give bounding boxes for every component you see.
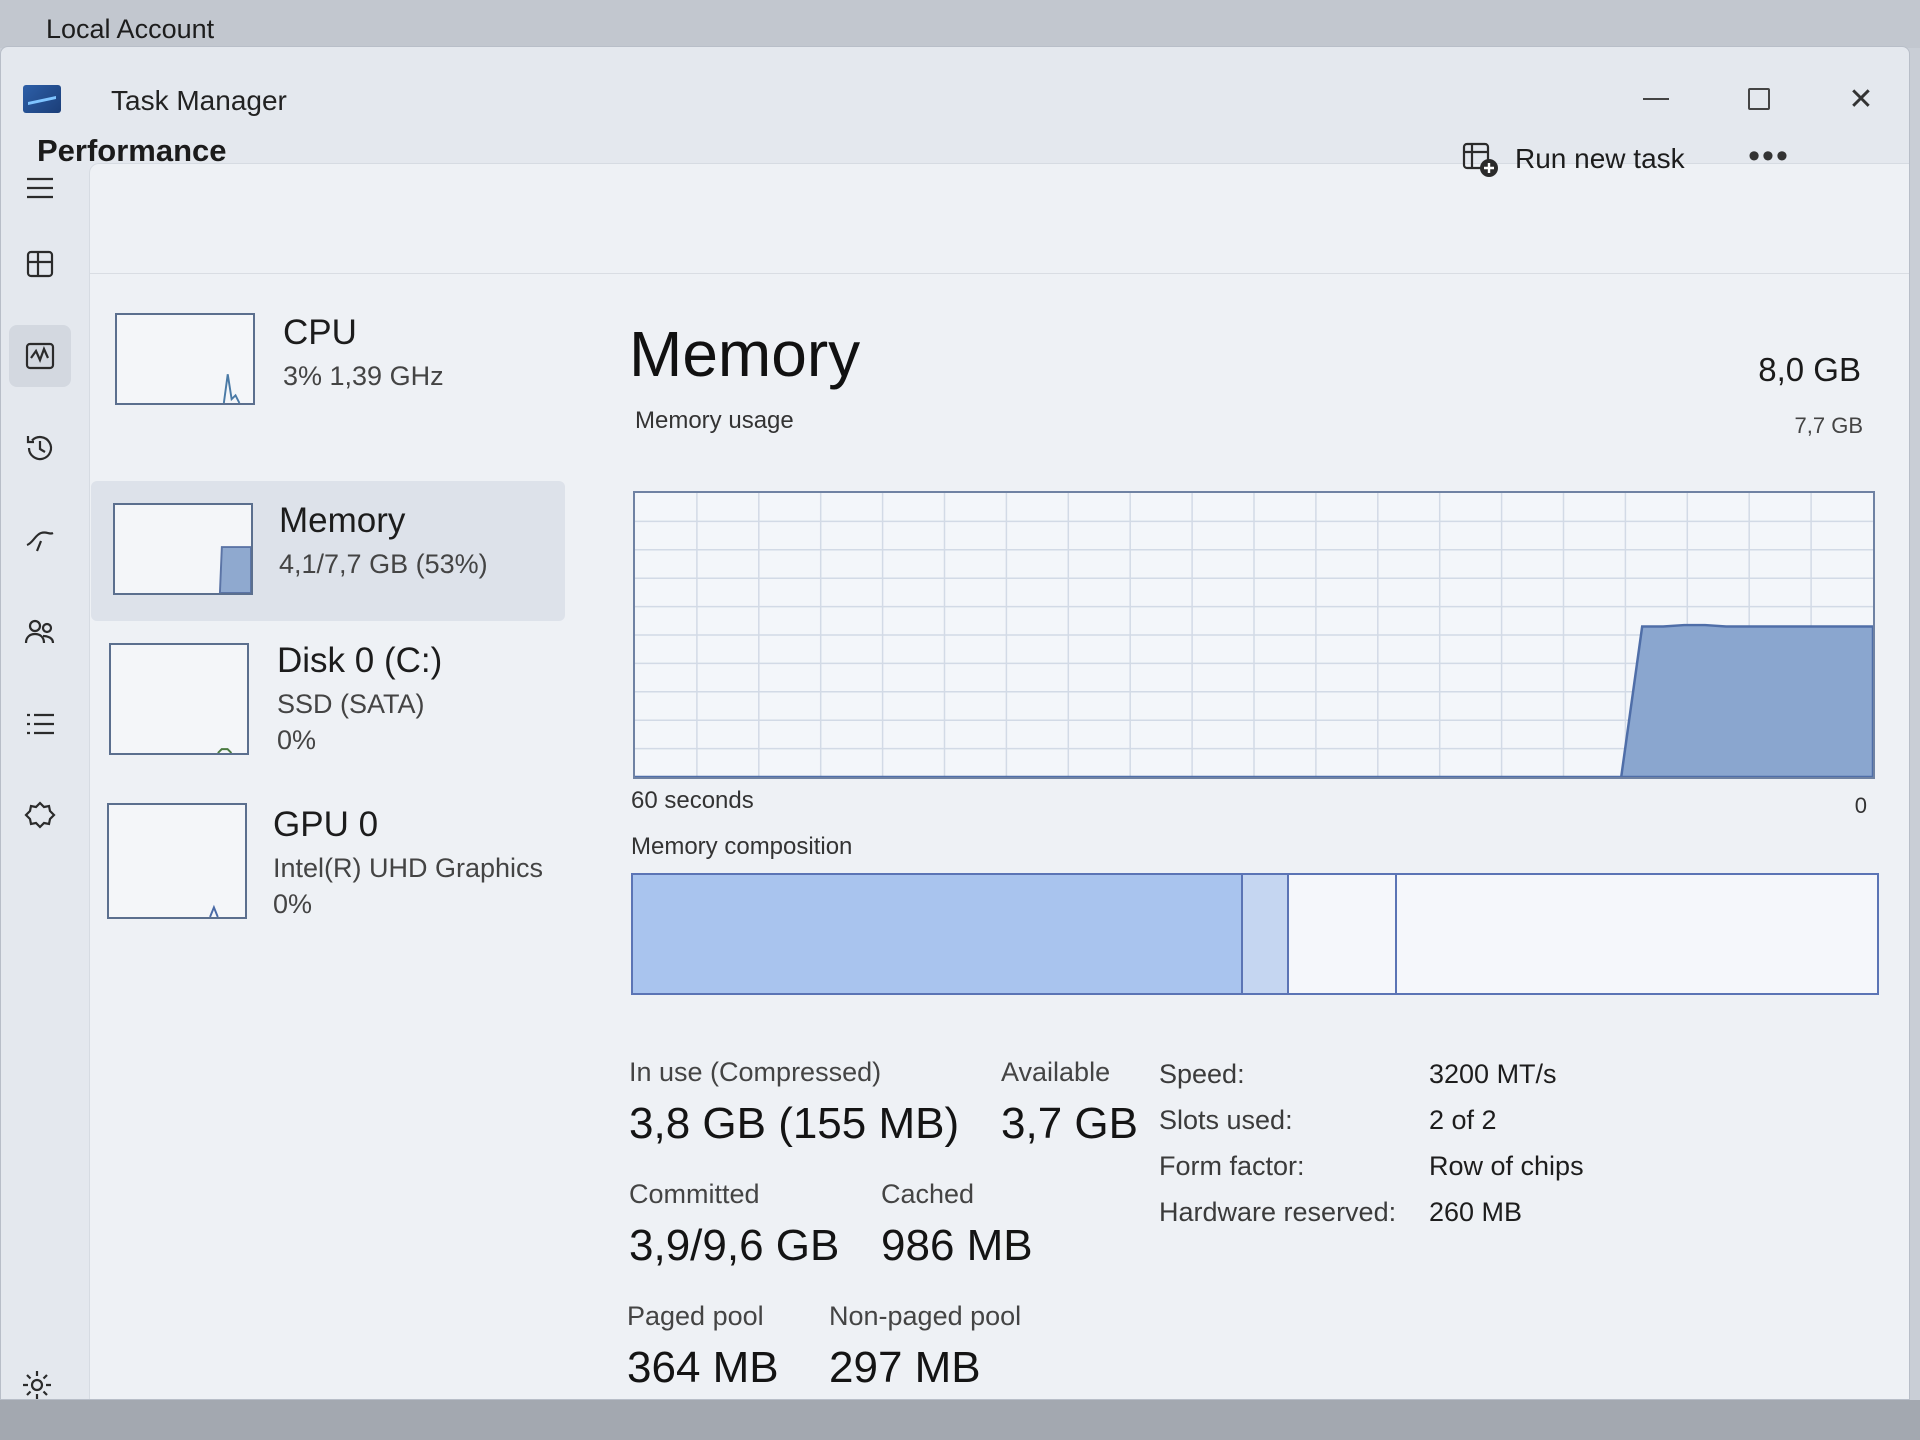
memory-usage-chart	[635, 493, 1873, 777]
non-paged-pool-value: 297 MB	[829, 1343, 981, 1392]
device-name: Memory	[279, 501, 406, 540]
nav-startup-apps[interactable]	[9, 509, 71, 571]
available-label: Available	[1001, 1057, 1111, 1087]
device-gpu-0[interactable]: GPU 0 Intel(R) UHD Graphics 0%	[87, 787, 561, 937]
run-task-icon	[1462, 142, 1498, 177]
close-button[interactable]: ✕	[1831, 77, 1891, 121]
maximize-icon	[1748, 88, 1770, 110]
details-icon	[27, 713, 54, 735]
composition-in-use-segment	[633, 875, 1243, 993]
minimize-icon	[1643, 98, 1669, 100]
window-title: Task Manager	[111, 85, 287, 116]
run-new-task-button[interactable]: Run new task	[1461, 131, 1685, 187]
detail-title: Memory	[629, 318, 861, 390]
memory-usage-graph	[633, 491, 1875, 779]
device-name: Disk 0 (C:)	[277, 641, 443, 680]
cpu-thumbnail	[115, 313, 255, 405]
spec-speed-label: Speed:	[1159, 1059, 1245, 1089]
device-detail: 3% 1,39 GHz	[283, 361, 444, 391]
cached-value: 986 MB	[881, 1221, 1033, 1270]
composition-standby-segment	[1288, 875, 1397, 993]
spec-form-factor-label: Form factor:	[1159, 1151, 1305, 1181]
cached-label: Cached	[881, 1179, 975, 1209]
account-label: Local Account	[46, 14, 215, 44]
paged-pool-value: 364 MB	[627, 1343, 779, 1392]
users-icon	[24, 619, 55, 644]
page-title: Performance	[37, 133, 227, 168]
in-use-label: In use (Compressed)	[629, 1057, 882, 1087]
nav-services[interactable]	[9, 785, 71, 847]
performance-icon	[25, 342, 55, 370]
spec-slots-label: Slots used:	[1159, 1105, 1293, 1135]
navigation-rail	[1, 157, 89, 1399]
maximize-button[interactable]	[1729, 77, 1789, 121]
close-icon: ✕	[1848, 82, 1874, 116]
taskbar-edge	[0, 1400, 1920, 1440]
spec-form-factor-value: Row of chips	[1429, 1151, 1584, 1181]
run-new-task-label: Run new task	[1515, 143, 1685, 174]
device-usage: 0%	[277, 725, 317, 755]
spec-hw-reserved-value: 260 MB	[1429, 1197, 1523, 1227]
services-icon	[24, 801, 56, 829]
nav-app-history[interactable]	[9, 417, 71, 479]
gpu-thumbnail	[107, 803, 247, 919]
memory-usage-max: 7,7 GB	[1794, 413, 1863, 438]
graph-time-span-label: 60 seconds	[631, 787, 754, 814]
device-name: CPU	[283, 313, 357, 352]
nav-users[interactable]	[9, 601, 71, 663]
settings-button[interactable]	[9, 1357, 65, 1399]
device-detail: Intel(R) UHD Graphics	[273, 853, 544, 883]
available-value: 3,7 GB	[1001, 1099, 1138, 1148]
settings-icon	[23, 1371, 51, 1399]
memory-composition-label: Memory composition	[631, 833, 853, 860]
spec-hw-reserved-label: Hardware reserved:	[1159, 1197, 1397, 1227]
spec-speed-value: 3200 MT/s	[1429, 1059, 1557, 1089]
memory-thumbnail	[113, 503, 253, 595]
startup-icon	[26, 531, 54, 552]
history-icon	[26, 435, 53, 461]
graph-zero-label: 0	[1854, 793, 1867, 818]
composition-free-segment	[1396, 875, 1877, 993]
device-detail: SSD (SATA)	[277, 689, 425, 719]
paged-pool-label: Paged pool	[627, 1301, 764, 1331]
memory-composition-bar	[631, 873, 1879, 995]
composition-modified-segment	[1242, 875, 1289, 993]
committed-value: 3,9/9,6 GB	[629, 1221, 840, 1270]
non-paged-pool-label: Non-paged pool	[829, 1301, 1022, 1331]
disk-thumbnail	[109, 643, 249, 755]
device-disk-0[interactable]: Disk 0 (C:) SSD (SATA) 0%	[89, 627, 563, 777]
processes-icon	[26, 250, 54, 278]
desktop-background: Local Account	[0, 0, 1920, 48]
device-name: GPU 0	[273, 805, 379, 844]
committed-label: Committed	[629, 1179, 760, 1209]
in-use-value: 3,8 GB (155 MB)	[629, 1099, 960, 1148]
task-manager-window: Task Manager ✕ Performance Run new task …	[0, 46, 1910, 1400]
device-memory[interactable]: Memory 4,1/7,7 GB (53%)	[91, 481, 565, 621]
minimize-button[interactable]	[1626, 77, 1686, 121]
nav-processes[interactable]	[9, 233, 71, 295]
more-options-button[interactable]: •••	[1741, 131, 1797, 181]
nav-performance[interactable]	[9, 325, 71, 387]
task-manager-app-icon	[23, 85, 61, 113]
memory-usage-label: Memory usage	[635, 407, 794, 434]
device-usage: 0%	[273, 889, 313, 919]
nav-details[interactable]	[9, 693, 71, 755]
device-cpu[interactable]: CPU 3% 1,39 GHz	[95, 299, 569, 435]
total-memory: 8,0 GB	[1758, 351, 1861, 388]
hamburger-icon	[27, 177, 53, 199]
spec-slots-value: 2 of 2	[1429, 1105, 1497, 1135]
device-detail: 4,1/7,7 GB (53%)	[279, 549, 488, 579]
